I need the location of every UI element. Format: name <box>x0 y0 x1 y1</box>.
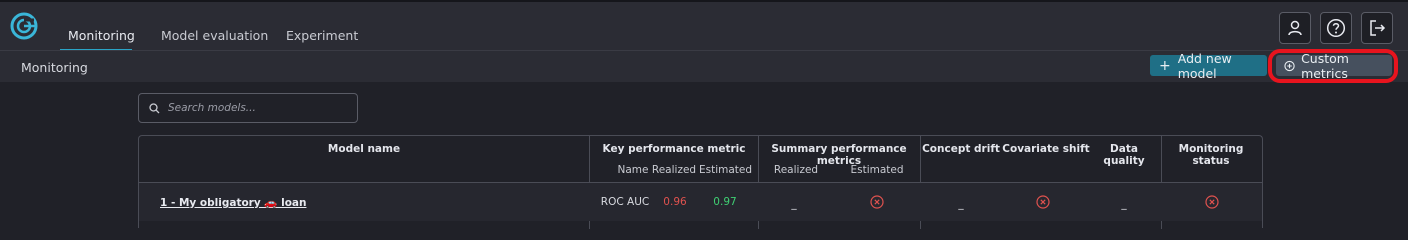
add-new-model-button[interactable]: + Add new model <box>1150 51 1267 81</box>
x-circle-icon <box>1205 195 1219 209</box>
tab-model-evaluation[interactable]: Model evaluation <box>161 28 268 43</box>
tab-experiment[interactable]: Experiment <box>286 28 358 43</box>
subheader-sp-realized: Realized <box>773 164 819 176</box>
kp-realized-value: 0.96 <box>663 196 687 208</box>
logout-button[interactable] <box>1361 12 1393 44</box>
kp-estimated-value: 0.97 <box>713 196 737 208</box>
tab-monitoring[interactable]: Monitoring <box>68 28 135 43</box>
plus-circle-icon <box>1284 60 1295 71</box>
search-input[interactable] <box>168 102 348 114</box>
user-icon <box>1288 20 1302 36</box>
app-logo-icon[interactable] <box>8 10 40 42</box>
help-button[interactable] <box>1320 12 1352 44</box>
header-key-performance-metric[interactable]: Key performance metric <box>589 143 759 155</box>
custom-metrics-label: Custom metrics <box>1301 50 1349 81</box>
add-new-model-label: Add new model <box>1177 50 1232 81</box>
models-table: Model name Key performance metric Summar… <box>138 135 1263 229</box>
header-data-quality[interactable]: Data quality <box>1089 143 1159 167</box>
sp-realized-value: _ <box>791 198 797 210</box>
plus-icon: + <box>1159 57 1171 74</box>
header-covariate-shift[interactable]: Covariate shift <box>1001 143 1091 155</box>
x-circle-icon <box>870 195 884 209</box>
concept-drift-value: _ <box>958 198 964 210</box>
x-circle-icon <box>1036 195 1050 209</box>
header-monitoring-status[interactable]: Monitoring status <box>1161 143 1261 167</box>
custom-metrics-button[interactable]: Custom metrics <box>1276 51 1392 81</box>
header-concept-drift[interactable]: Concept drift <box>921 143 1001 155</box>
model-name-link[interactable]: 1 - My obligatory 🚗 loan <box>160 196 306 209</box>
help-icon <box>1326 18 1346 38</box>
search-box[interactable] <box>138 93 358 123</box>
search-icon <box>149 102 160 113</box>
subheader-kp-realized: Realized <box>651 164 697 176</box>
table-row[interactable] <box>139 183 1262 221</box>
data-quality-value: _ <box>1121 198 1127 210</box>
header-model-name[interactable]: Model name <box>289 143 439 155</box>
page-title: Monitoring <box>21 60 88 75</box>
logout-icon <box>1370 20 1386 36</box>
subheader-sp-estimated: Estimated <box>850 164 904 176</box>
kp-name-cell: ROC AUC <box>600 196 650 208</box>
subheader-kp-name: Name <box>617 164 649 176</box>
subheader-kp-estimated: Estimated <box>699 164 753 176</box>
top-navigation-bar: Monitoring Model evaluation Experiment <box>0 0 1408 51</box>
user-button[interactable] <box>1279 12 1311 44</box>
